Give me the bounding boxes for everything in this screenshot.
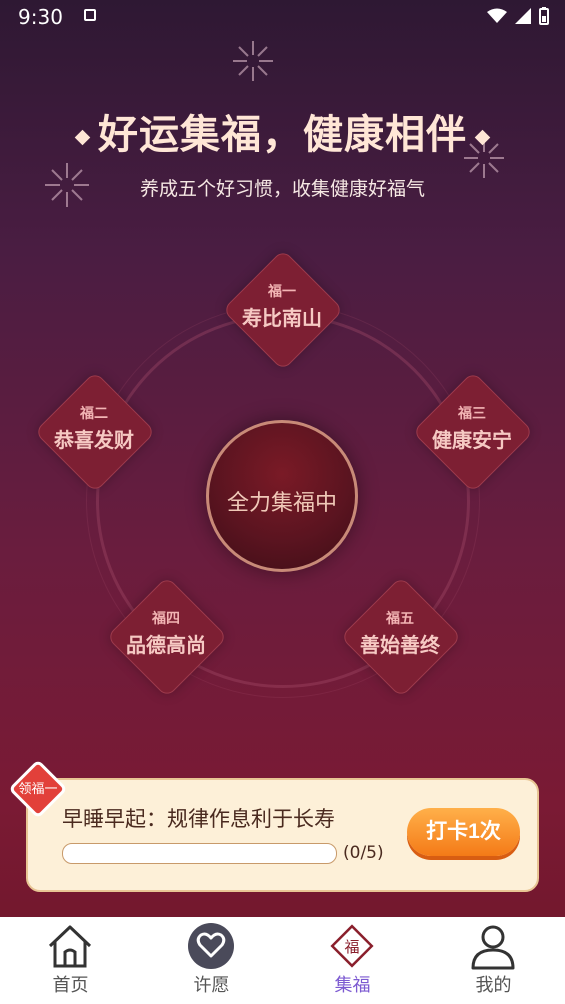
fu-card-2[interactable]: 福二 恭喜发财 [34,371,156,493]
tab-label: 许愿 [193,975,230,996]
page-subtitle: 养成五个好习惯，收集健康好福气 [139,178,425,200]
tab-label: 集福 [334,975,371,996]
task-description: 早睡早起：规律作息利于长寿 [62,807,335,831]
signal-icon [515,8,531,24]
diamond-icon [74,129,91,145]
fu-card-number: 福三 [458,406,486,422]
fu-card-1[interactable]: 福一 寿比南山 [222,249,344,371]
fu-card-name: 恭喜发财 [54,428,134,452]
page-title: 好运集福，健康相伴 [0,102,565,160]
svg-text:福: 福 [344,938,359,956]
wifi-icon [487,8,507,23]
tab-wish[interactable]: 许愿 [141,917,282,1004]
tab-home[interactable]: 首页 [0,917,141,1004]
fu-card-number: 福二 [80,406,108,422]
fu-card-number: 福四 [152,611,180,627]
task-progress-bar [62,843,337,864]
check-in-button[interactable]: 打卡1次 [407,808,520,856]
collect-fu-label: 全力集福中 [226,491,337,516]
heart-icon [188,923,234,969]
bottom-tab-bar: 首页 许愿 福 集福 我的 [0,917,565,1004]
fu-card-4[interactable]: 福四 品德高尚 [106,576,228,698]
page-title-text: 好运集福，健康相伴 [98,112,467,158]
tab-collect-fu[interactable]: 福 集福 [282,917,423,1004]
fu-card-number: 福五 [386,611,414,627]
firework-decoration [233,41,273,81]
fu-card-number: 福一 [268,284,296,300]
task-tag-badge: 领福一 [8,759,68,819]
notification-icon [84,9,96,21]
battery-icon [539,7,549,25]
diamond-icon [474,129,491,145]
person-icon [471,925,515,970]
collect-fu-button[interactable]: 全力集福中 [206,420,358,572]
task-progress-count: (0/5) [343,843,384,863]
tab-mine[interactable]: 我的 [423,917,564,1004]
fu-card-name: 寿比南山 [242,306,322,330]
tab-label: 首页 [52,975,89,996]
home-icon [48,925,92,968]
fu-card-name: 品德高尚 [126,633,206,657]
fu-diamond-icon: 福 [330,924,374,968]
fu-card-name: 健康安宁 [432,428,512,452]
status-bar: 9:30 [0,0,565,34]
task-tag-label: 领福一 [18,782,58,797]
fu-card-5[interactable]: 福五 善始善终 [340,576,462,698]
tab-label: 我的 [475,975,512,996]
status-time: 9:30 [18,5,63,29]
fu-card-name: 善始善终 [360,633,440,657]
fu-card-3[interactable]: 福三 健康安宁 [412,371,534,493]
